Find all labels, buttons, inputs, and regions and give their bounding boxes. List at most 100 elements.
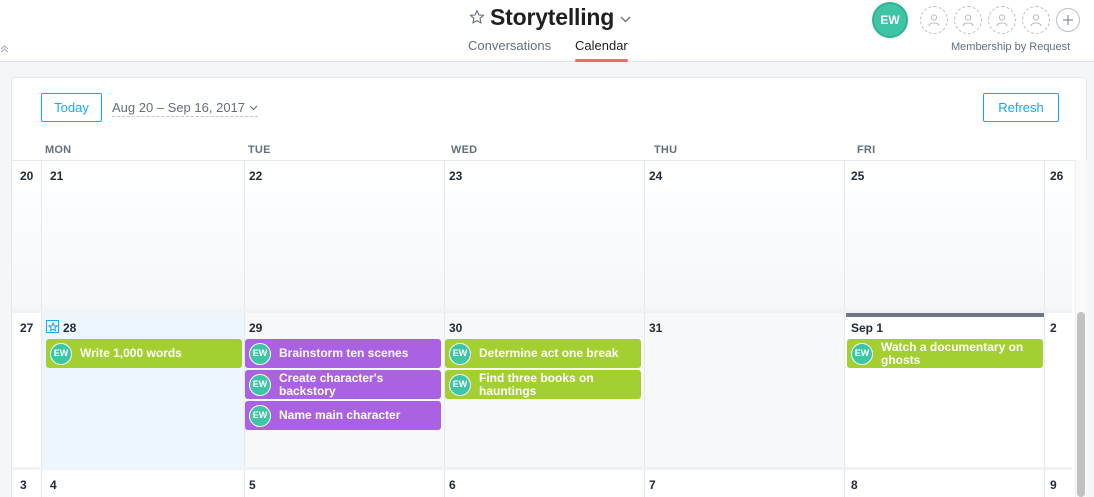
user-icon: [962, 14, 974, 27]
day-number: 20: [20, 169, 34, 183]
day-cell-weekend[interactable]: 3: [12, 470, 41, 497]
add-member-button[interactable]: [1056, 8, 1080, 32]
task-title: Watch a documentary on ghosts: [881, 339, 1024, 367]
empty-member-slot[interactable]: [988, 6, 1016, 34]
task-title: Write 1,000 words: [80, 346, 182, 360]
project-header: Storytelling Conversations Calendar EW M…: [0, 0, 1094, 62]
assignee-avatar: EW: [449, 342, 471, 365]
day-number: 6: [449, 478, 456, 492]
day-cell[interactable]: 29 EW Brainstorm ten scenes EW Create ch…: [244, 313, 444, 470]
date-range-label: Aug 20 – Sep 16, 2017: [112, 100, 246, 115]
task-card[interactable]: EW Determine act one break: [445, 339, 641, 368]
assignee-avatar: EW: [449, 373, 471, 396]
task-title: Name main character: [279, 408, 401, 422]
day-cell-weekend[interactable]: 9: [1044, 470, 1072, 497]
day-cell[interactable]: 7: [644, 470, 844, 497]
day-number: 9: [1050, 478, 1057, 492]
project-title[interactable]: Storytelling: [490, 4, 614, 31]
task-title: Brainstorm ten scenes: [279, 346, 409, 360]
week-row: 3 4 5 6 7 8 9: [12, 470, 1072, 497]
day-cell[interactable]: 5: [244, 470, 444, 497]
tab-conversations[interactable]: Conversations: [468, 38, 551, 62]
day-number: 24: [649, 169, 663, 183]
weekday-header-wed: WED: [451, 144, 478, 156]
empty-member-slot[interactable]: [920, 6, 948, 34]
week-row: 20 21 22 23 24 25 26: [12, 161, 1072, 313]
assignee-avatar: EW: [249, 404, 271, 427]
tab-calendar[interactable]: Calendar: [575, 38, 628, 62]
day-cell[interactable]: 23: [444, 161, 644, 313]
day-number: 4: [50, 478, 57, 492]
task-card[interactable]: EW Find three books on hauntings: [445, 370, 641, 399]
task-title: Find three books on hauntings: [479, 370, 594, 398]
user-icon: [928, 14, 940, 27]
day-number: 21: [50, 169, 64, 183]
day-cell-weekend[interactable]: 27: [12, 313, 41, 470]
current-week-indicator: [846, 313, 1044, 317]
assignee-avatar: EW: [50, 342, 72, 365]
day-number: 3: [20, 478, 27, 492]
day-number: 25: [851, 169, 865, 183]
task-card[interactable]: EW Watch a documentary on ghosts: [847, 339, 1043, 368]
collapse-up-icon[interactable]: [0, 44, 10, 54]
weekday-header-mon: MON: [45, 144, 72, 156]
star-icon[interactable]: [468, 8, 486, 26]
day-cell-today[interactable]: 28 EW Write 1,000 words: [41, 313, 244, 470]
user-icon: [1030, 14, 1042, 27]
weekday-header-fri: FRI: [857, 144, 876, 156]
day-cell-weekend[interactable]: 26: [1044, 161, 1072, 313]
task-card[interactable]: EW Brainstorm ten scenes: [245, 339, 441, 368]
calendar-scrollbar-thumb[interactable]: [1077, 312, 1085, 497]
empty-member-slot[interactable]: [954, 6, 982, 34]
week-row: 27 28 EW Write 1,000 words 29 EW Brainst…: [12, 313, 1072, 470]
day-cell[interactable]: 6: [444, 470, 644, 497]
day-cell[interactable]: 8: [844, 470, 1044, 497]
day-number: 8: [851, 478, 858, 492]
calendar-panel: Today Aug 20 – Sep 16, 2017 Refresh MON …: [11, 77, 1087, 497]
assignee-avatar: EW: [851, 342, 873, 365]
day-number: 5: [249, 478, 256, 492]
chevron-down-icon: [249, 103, 258, 112]
day-cell-weekend[interactable]: 2: [1044, 313, 1072, 470]
day-cell[interactable]: 31: [644, 313, 844, 470]
weekday-header-thu: THU: [654, 144, 678, 156]
day-cell[interactable]: 30 EW Determine act one break EW Find th…: [444, 313, 644, 470]
user-icon: [996, 14, 1008, 27]
task-card[interactable]: EW Write 1,000 words: [46, 339, 242, 368]
chevron-down-icon[interactable]: [618, 12, 632, 26]
today-star-icon: [46, 320, 59, 333]
day-number: 27: [20, 321, 34, 335]
day-cell-weekend[interactable]: 20: [12, 161, 41, 313]
task-card[interactable]: EW Create character's backstory: [245, 370, 441, 399]
day-number: 28: [63, 321, 77, 335]
owner-avatar[interactable]: EW: [872, 2, 908, 38]
day-number: 23: [449, 169, 463, 183]
day-number: 2: [1050, 321, 1057, 335]
assignee-avatar: EW: [249, 373, 271, 396]
day-cell[interactable]: 25: [844, 161, 1044, 313]
date-range-picker[interactable]: Aug 20 – Sep 16, 2017: [112, 100, 259, 117]
empty-member-slot[interactable]: [1022, 6, 1050, 34]
task-title: Create character's backstory: [279, 370, 384, 398]
member-list: EW: [872, 2, 1080, 38]
membership-label[interactable]: Membership by Request: [951, 41, 1070, 53]
day-cell[interactable]: Sep 1 EW Watch a documentary on ghosts: [844, 313, 1044, 470]
today-button[interactable]: Today: [41, 93, 102, 122]
day-cell[interactable]: 4: [41, 470, 244, 497]
day-cell[interactable]: 24: [644, 161, 844, 313]
day-number: Sep 1: [851, 321, 884, 335]
day-number: 26: [1050, 169, 1064, 183]
project-title-group: Storytelling: [468, 3, 632, 31]
day-number: 22: [249, 169, 263, 183]
plus-icon: [1063, 15, 1073, 25]
assignee-avatar: EW: [249, 342, 271, 365]
day-cell[interactable]: 22: [244, 161, 444, 313]
task-card[interactable]: EW Name main character: [245, 401, 441, 430]
day-number: 30: [449, 321, 463, 335]
day-number: 31: [649, 321, 663, 335]
day-cell[interactable]: 21: [41, 161, 244, 313]
weekday-header-tue: TUE: [248, 144, 271, 156]
refresh-button[interactable]: Refresh: [983, 93, 1059, 122]
day-number: 7: [649, 478, 656, 492]
day-number: 29: [249, 321, 263, 335]
